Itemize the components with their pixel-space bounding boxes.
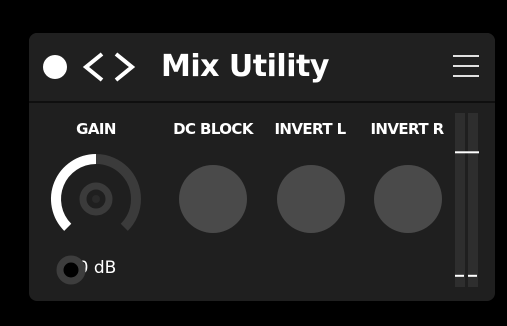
gain-knob-arc	[51, 154, 97, 231]
header-bar: Mix Utility	[29, 33, 495, 101]
gain-knob-dot	[92, 195, 100, 203]
meter-peak-marker	[455, 151, 479, 154]
header-divider	[29, 101, 495, 103]
gain-knob[interactable]	[44, 148, 148, 238]
plugin-title: Mix Utility	[161, 49, 329, 84]
output-level-meter	[455, 113, 479, 287]
modulation-ring-icon[interactable]	[55, 254, 87, 286]
plugin-window: Mix Utility GAIN DC BLOCK INVERT L INVER…	[0, 0, 507, 326]
meter-floor-marker-right	[468, 274, 477, 277]
dc-block-toggle[interactable]	[179, 165, 247, 233]
plugin-panel: Mix Utility GAIN DC BLOCK INVERT L INVER…	[29, 33, 495, 301]
invert-r-label: INVERT R	[370, 120, 444, 138]
hamburger-menu-icon[interactable]	[453, 53, 479, 79]
invert-r-toggle[interactable]	[374, 165, 442, 233]
meter-floor-marker-left	[455, 274, 464, 277]
meter-channel-left	[455, 113, 465, 287]
gain-label: GAIN	[76, 120, 116, 138]
invert-l-toggle[interactable]	[277, 165, 345, 233]
dc-block-label: DC BLOCK	[173, 120, 253, 138]
chevron-left-icon[interactable]	[78, 51, 108, 83]
meter-channel-right	[468, 113, 478, 287]
chevron-right-icon[interactable]	[110, 51, 140, 83]
invert-l-label: INVERT L	[274, 120, 346, 138]
power-dot-icon[interactable]	[43, 55, 67, 79]
